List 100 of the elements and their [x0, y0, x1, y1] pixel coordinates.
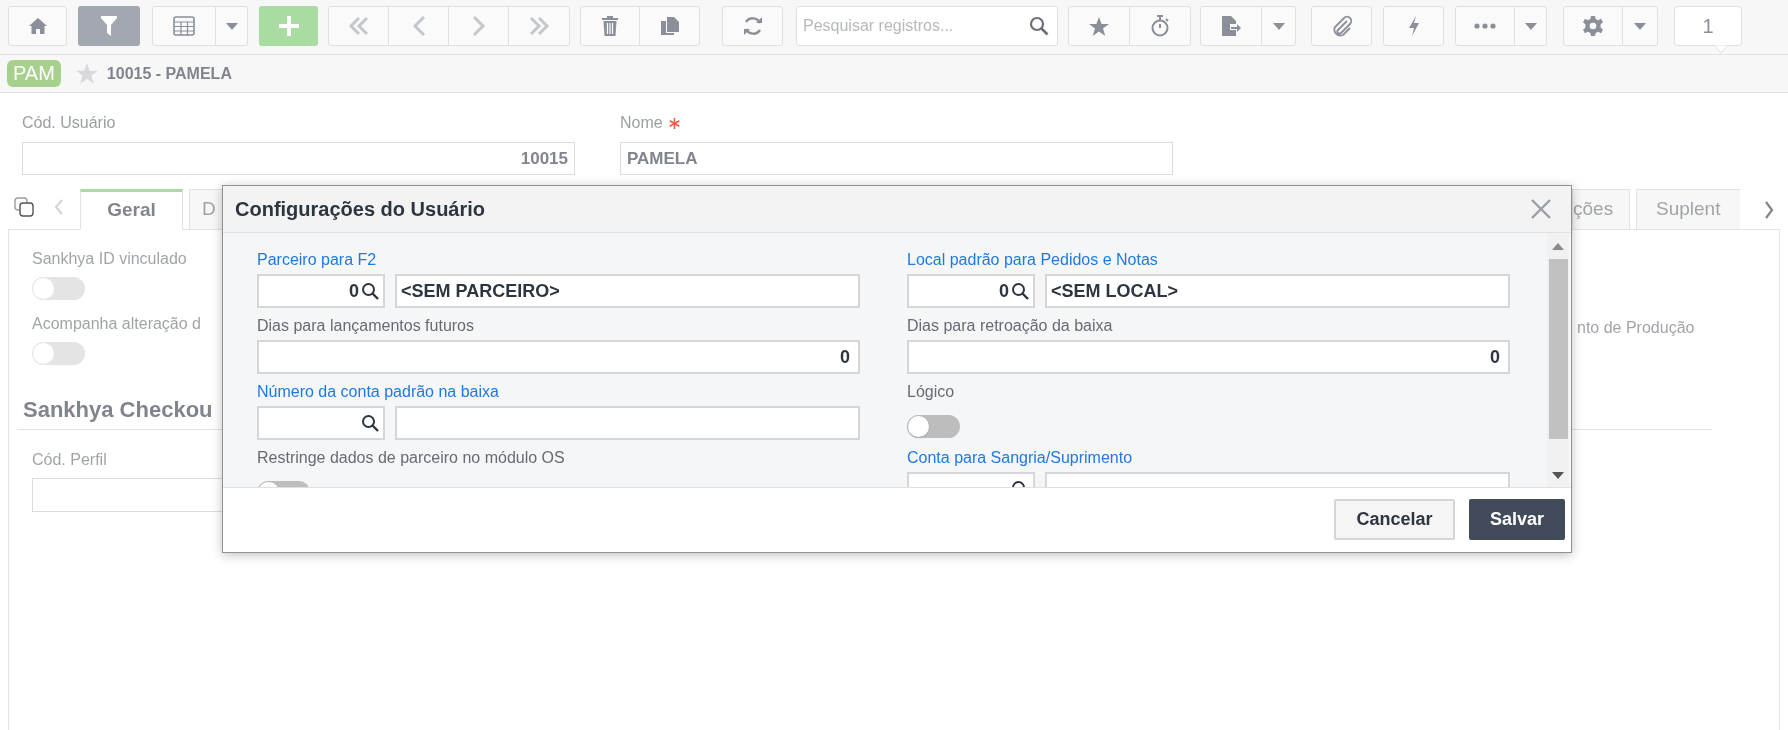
grid-view-dropdown[interactable] — [216, 6, 248, 46]
close-icon — [1530, 198, 1552, 220]
field-link[interactable]: Local padrão para Pedidos e Notas — [907, 250, 1158, 270]
field-label: Dias para retroação da baixa — [907, 316, 1113, 336]
toggle-label: Acompanha alteração d — [32, 314, 201, 332]
field-link[interactable]: Número da conta padrão na baixa — [257, 382, 499, 402]
timer-button[interactable] — [1130, 6, 1191, 46]
double-right-icon — [528, 16, 550, 36]
field-link[interactable]: Conta para Sangria/Suprimento — [907, 448, 1133, 468]
next-button[interactable] — [449, 6, 509, 46]
record-badge: PAM — [7, 60, 61, 87]
copy-icon — [14, 197, 34, 217]
tab[interactable]: ções — [1572, 189, 1630, 230]
field-label: Cód. Usuário — [22, 113, 116, 133]
more-icon — [1474, 23, 1496, 29]
actions-button[interactable] — [1383, 6, 1444, 46]
tab[interactable]: Geral — [80, 189, 183, 230]
toggle-switch[interactable] — [907, 415, 960, 438]
section-title: Sankhya Checkou — [23, 396, 213, 423]
delete-button[interactable] — [580, 6, 640, 46]
duplicate-icon — [659, 16, 680, 36]
caret-icon — [225, 22, 238, 30]
lightning-icon — [1406, 15, 1421, 37]
star-icon — [1088, 15, 1110, 37]
input-field[interactable]: 0 — [907, 340, 1510, 374]
input-field[interactable]: <SEM LOCAL> — [1045, 274, 1510, 308]
last-button[interactable] — [509, 6, 570, 46]
trash-icon — [601, 15, 619, 37]
plus-icon — [278, 16, 299, 36]
tab[interactable]: Suplent — [1636, 189, 1740, 230]
table-icon — [173, 16, 195, 36]
settings-icon — [1582, 15, 1604, 37]
more-dropdown[interactable] — [1515, 6, 1547, 46]
favorite-button[interactable] — [1068, 6, 1130, 46]
scroll-down-icon — [1552, 472, 1564, 479]
toggle-label: Sankhya ID vinculado — [32, 249, 187, 267]
search-field[interactable]: Pesquisar registros... — [796, 6, 1058, 46]
record-title: 10015 - PAMELA — [106, 63, 232, 84]
filter-icon — [100, 15, 118, 37]
cancel-button[interactable]: Cancelar — [1334, 499, 1455, 540]
scrollbar-thumb[interactable] — [1549, 259, 1568, 439]
search-icon — [361, 414, 379, 432]
input-field[interactable]: <SEM PARCEIRO> — [395, 274, 860, 308]
more-button[interactable] — [1455, 6, 1515, 46]
scrollbar[interactable] — [1547, 233, 1569, 487]
settings-dropdown[interactable] — [1623, 6, 1658, 46]
left-icon — [411, 15, 426, 37]
home-button[interactable] — [8, 6, 67, 46]
lookup-field[interactable] — [257, 406, 385, 440]
duplicate-button[interactable] — [640, 6, 700, 46]
tab[interactable]: D — [189, 189, 222, 230]
lookup-field[interactable]: 0 — [907, 274, 1035, 308]
search-icon — [1011, 282, 1029, 300]
field-label: Restringe dados de parceiro no módulo OS — [257, 448, 565, 468]
field-value: 0 — [349, 279, 359, 303]
input-field[interactable] — [395, 406, 860, 440]
field-label: nto de Produção — [1577, 318, 1695, 338]
field-label: Nome — [620, 113, 663, 133]
right-icon — [471, 15, 486, 37]
input-field[interactable]: PAMELA — [620, 142, 1173, 175]
input-field[interactable]: 0 — [257, 340, 860, 374]
add-button[interactable] — [259, 6, 318, 46]
favorite-star-icon[interactable] — [74, 62, 99, 85]
previous-button[interactable] — [389, 6, 449, 46]
double-left-icon — [347, 16, 370, 36]
close-button[interactable] — [1529, 197, 1553, 221]
toggle-switch[interactable] — [32, 277, 85, 300]
attach-button[interactable] — [1311, 6, 1372, 46]
dialog-title: Configurações do Usuário — [235, 197, 486, 222]
caret-icon — [1634, 22, 1646, 30]
export-button[interactable] — [1200, 6, 1262, 46]
home-icon — [27, 17, 48, 35]
filter-button[interactable] — [78, 6, 140, 46]
save-button[interactable]: Salvar — [1469, 499, 1565, 540]
field-label: Lógico — [907, 382, 955, 402]
input-field[interactable]: 10015 — [22, 142, 575, 175]
chevron-left-icon — [54, 199, 64, 215]
field-value: 0 — [999, 279, 1009, 303]
document-arrow-icon — [1221, 15, 1241, 37]
record-counter: 1 — [1674, 6, 1742, 46]
grid-view-button[interactable] — [152, 6, 216, 46]
paperclip-icon — [1330, 15, 1353, 37]
refresh-button[interactable] — [722, 6, 783, 46]
search-icon — [1029, 16, 1049, 36]
refresh-icon — [741, 15, 764, 37]
toggle-switch[interactable] — [32, 342, 85, 365]
caret-icon — [1272, 22, 1285, 30]
input-field[interactable] — [32, 478, 222, 512]
scroll-up-icon — [1552, 243, 1564, 250]
stopwatch-icon — [1150, 15, 1170, 37]
chevron-right-icon — [1764, 201, 1774, 219]
field-label: Cód. Perfil — [32, 450, 107, 470]
settings-button[interactable] — [1563, 6, 1623, 46]
lookup-field[interactable]: 0 — [257, 274, 385, 308]
field-label: Dias para lançamentos futuros — [257, 316, 474, 336]
field-link[interactable]: Parceiro para F2 — [257, 250, 377, 270]
search-icon — [361, 282, 379, 300]
first-button[interactable] — [328, 6, 389, 46]
caret-icon — [1524, 22, 1537, 30]
export-dropdown[interactable] — [1262, 6, 1296, 46]
